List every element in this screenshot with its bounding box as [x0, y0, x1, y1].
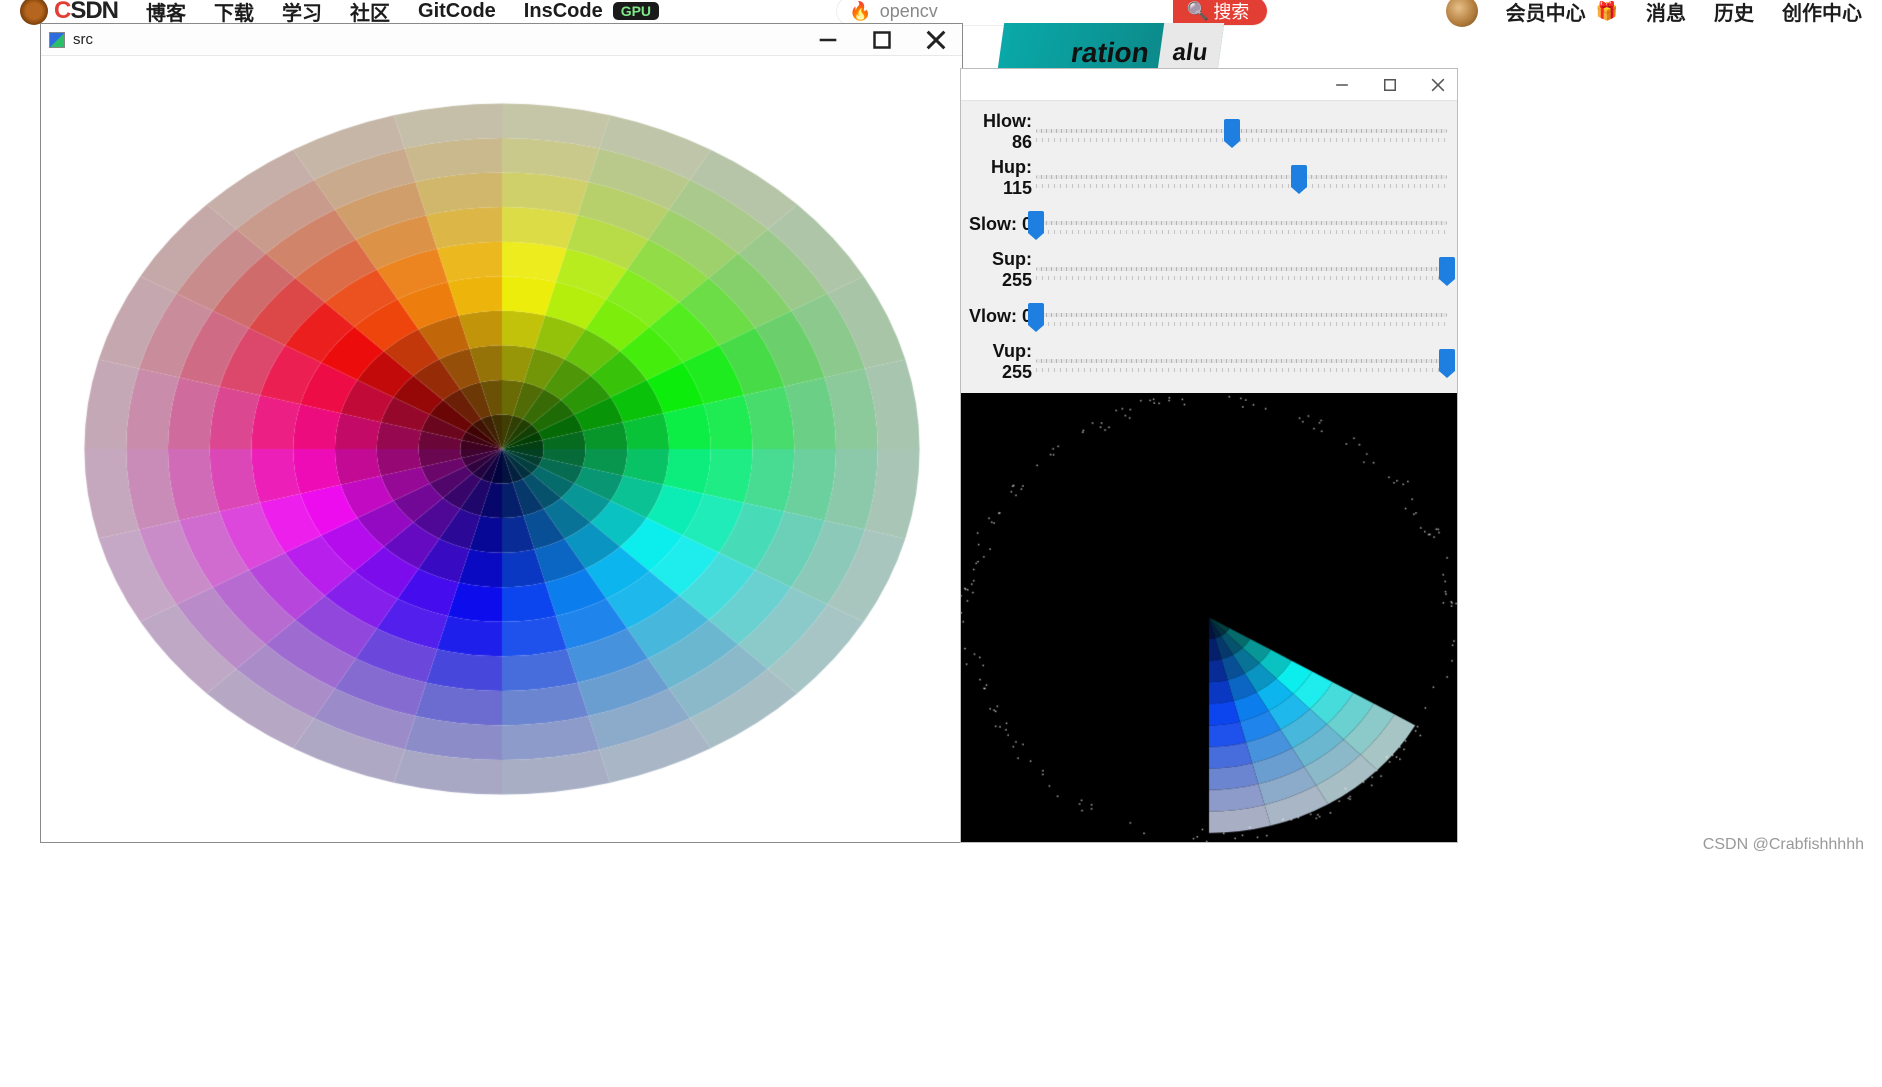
fire-icon: 🔥 [849, 1, 871, 22]
trackbar-hup: Hup: 115 [961, 155, 1447, 201]
slider-thumb[interactable] [1224, 119, 1240, 141]
maximize-icon [872, 30, 892, 50]
slider-thumb[interactable] [1439, 257, 1455, 279]
window-controls [818, 30, 954, 50]
trackbar-label: Vlow: 0 [961, 306, 1036, 327]
search-button-label: 搜索 [1213, 0, 1249, 24]
trackbars-panel: Hlow: 86Hup: 115 Slow: 0 Sup: 255 Vlow: 0 Vu… [961, 101, 1457, 393]
minimize-icon [818, 30, 838, 50]
trackbar-slider[interactable] [1036, 164, 1447, 192]
trackbar-slider[interactable] [1036, 118, 1447, 146]
search-icon: 🔍 [1187, 1, 1209, 22]
nav-gitcode[interactable]: GitCode [418, 0, 496, 23]
trackbar-slow: Slow: 0 [961, 201, 1447, 247]
trackbar-label: Vup: 255 [961, 341, 1036, 383]
gift-icon: 🎁 [1596, 1, 1618, 22]
trackbar-label: Hlow: 86 [961, 111, 1036, 153]
nav-member[interactable]: 会员中心 [1506, 0, 1586, 26]
search-input[interactable] [880, 1, 1173, 22]
slider-thumb[interactable] [1291, 165, 1307, 187]
logo-icon [20, 0, 48, 25]
window-app-icon [49, 32, 65, 48]
search-button[interactable]: 🔍 搜索 [1173, 0, 1267, 25]
watermark: CSDN @Crabfishhhhh [1703, 836, 1864, 854]
color-wheel [67, 89, 937, 809]
nav-history[interactable]: 历史 [1714, 0, 1754, 26]
src-title: src [73, 31, 93, 48]
nav-blog[interactable]: 博客 [146, 0, 186, 26]
top-navigation: CSDN 博客 下载 学习 社区 GitCode InsCode GPU 🔥 🔍… [0, 0, 1882, 22]
search-wrap: 🔥 🔍 搜索 [687, 0, 1418, 25]
tb-maximize-button[interactable] [1381, 76, 1399, 94]
trackbar-vup: Vup: 255 [961, 339, 1447, 385]
trackbar-hlow: Hlow: 86 [961, 109, 1447, 155]
maximize-button[interactable] [872, 30, 892, 50]
slider-thumb[interactable] [1439, 349, 1455, 371]
trackbar-slider[interactable] [1036, 348, 1447, 376]
nav-inscode[interactable]: InsCode [524, 0, 603, 23]
avatar[interactable] [1446, 0, 1478, 27]
trackbar-sup: Sup: 255 [961, 247, 1447, 293]
mask-canvas [961, 393, 1457, 842]
nav-create[interactable]: 创作中心 [1782, 0, 1862, 26]
trackbar-slider[interactable] [1036, 256, 1447, 284]
nav-download[interactable]: 下载 [214, 0, 254, 26]
gpu-badge: GPU [613, 2, 659, 20]
src-window: src [40, 23, 963, 843]
minimize-button[interactable] [818, 30, 838, 50]
search-box: 🔥 🔍 搜索 [837, 0, 1267, 25]
nav-messages[interactable]: 消息 [1646, 0, 1686, 26]
logo-text: CSDN [54, 0, 118, 25]
slider-thumb[interactable] [1028, 211, 1044, 233]
mask-result [961, 393, 1457, 842]
src-body [41, 56, 962, 842]
csdn-logo[interactable]: CSDN [20, 0, 118, 25]
trackbar-titlebar[interactable] [961, 69, 1457, 101]
trackbar-slider[interactable] [1036, 210, 1447, 238]
close-button[interactable] [926, 30, 946, 50]
trackbar-label: Hup: 115 [961, 157, 1036, 199]
tb-close-button[interactable] [1429, 76, 1447, 94]
trackbar-label: Sup: 255 [961, 249, 1036, 291]
nav-community[interactable]: 社区 [350, 0, 390, 26]
nav-learn[interactable]: 学习 [282, 0, 322, 26]
trackbar-slider[interactable] [1036, 302, 1447, 330]
trackbar-vlow: Vlow: 0 [961, 293, 1447, 339]
close-icon [926, 30, 946, 50]
trackbar-window: Hlow: 86Hup: 115 Slow: 0 Sup: 255 Vlow: 0 Vu… [960, 68, 1458, 843]
tb-minimize-button[interactable] [1333, 76, 1351, 94]
slider-thumb[interactable] [1028, 303, 1044, 325]
trackbar-label: Slow: 0 [961, 214, 1036, 235]
src-titlebar[interactable]: src [41, 24, 962, 56]
